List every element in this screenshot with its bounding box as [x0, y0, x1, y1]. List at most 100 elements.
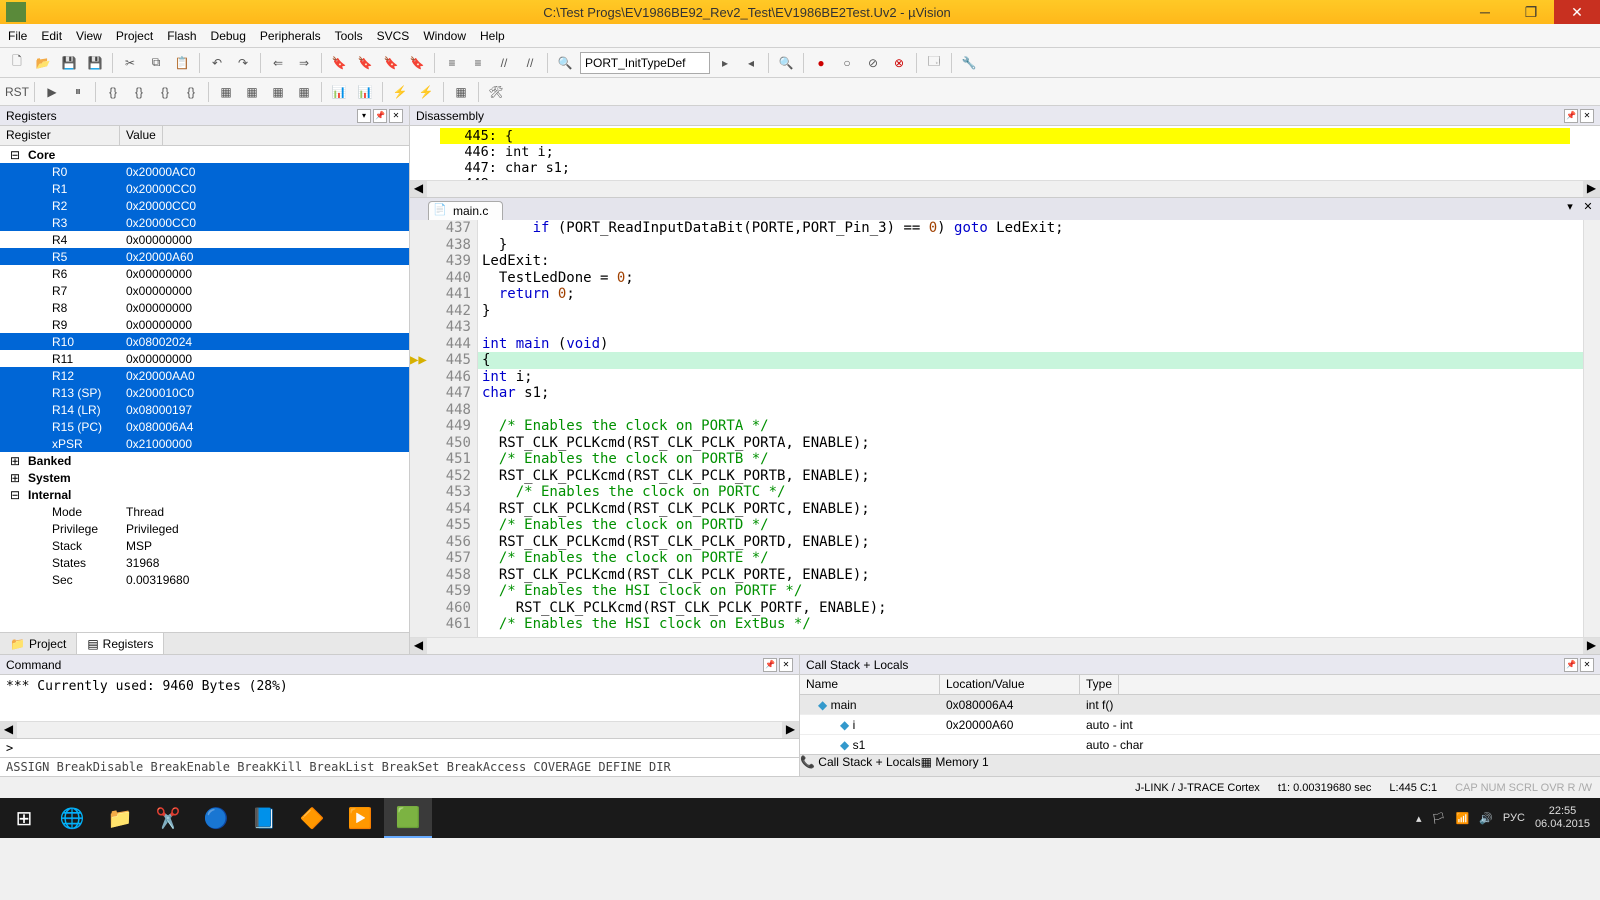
menu-file[interactable]: File	[8, 29, 27, 43]
callstack-row[interactable]: ◆ s1auto - char	[800, 735, 1600, 754]
scrollbar-horizontal[interactable]: ◀▶	[0, 721, 799, 738]
find-icon[interactable]: 🔍	[554, 52, 576, 74]
cut-icon[interactable]: ✂	[119, 52, 141, 74]
pane-pin-icon[interactable]: 📌	[763, 658, 777, 672]
nav-fwd-icon[interactable]: ⇒	[293, 52, 315, 74]
taskbar-app1-icon[interactable]: 🔶	[288, 798, 336, 838]
close-button[interactable]: ✕	[1554, 0, 1600, 24]
show-disasm-icon[interactable]: ▦	[215, 81, 237, 103]
tray-clock[interactable]: 22:55 06.04.2015	[1535, 805, 1590, 831]
show-mem-icon[interactable]: ▦	[267, 81, 289, 103]
register-row[interactable]: StackMSP	[0, 537, 409, 554]
menu-svcs[interactable]: SVCS	[377, 29, 410, 43]
redo-icon[interactable]: ↷	[232, 52, 254, 74]
tools-icon[interactable]: 🛠	[485, 81, 507, 103]
show-serial-icon[interactable]: ▦	[293, 81, 315, 103]
registers-col-value[interactable]: Value	[120, 126, 163, 145]
register-row[interactable]: Sec0.00319680	[0, 571, 409, 588]
pane-pin-icon[interactable]: 📌	[1564, 109, 1578, 123]
register-row[interactable]: R80x00000000	[0, 299, 409, 316]
register-row[interactable]: R60x00000000	[0, 265, 409, 282]
run-icon[interactable]: ▶	[41, 81, 63, 103]
trace2-icon[interactable]: ⚡	[415, 81, 437, 103]
registers-col-register[interactable]: Register	[0, 126, 120, 145]
menu-window[interactable]: Window	[423, 29, 466, 43]
paste-icon[interactable]: 📋	[171, 52, 193, 74]
stop-icon[interactable]: ⏸	[67, 81, 89, 103]
pane-close-icon[interactable]: ✕	[1580, 658, 1594, 672]
run-to-cursor-icon[interactable]: {}	[180, 81, 202, 103]
nav-back-icon[interactable]: ⇐	[267, 52, 289, 74]
undo-icon[interactable]: ↶	[206, 52, 228, 74]
register-row[interactable]: R110x00000000	[0, 350, 409, 367]
scrollbar-horizontal[interactable]: ◀▶	[410, 637, 1600, 654]
register-row[interactable]: R100x08002024	[0, 333, 409, 350]
register-row[interactable]: R15 (PC)0x080006A4	[0, 418, 409, 435]
start-button[interactable]: ⊞	[0, 798, 48, 838]
analysis2-icon[interactable]: 📊	[354, 81, 376, 103]
bookmark-next-icon[interactable]: 🔖	[380, 52, 402, 74]
pane-close-icon[interactable]: ✕	[779, 658, 793, 672]
callstack-row[interactable]: ◆ main0x080006A4int f()	[800, 695, 1600, 715]
menu-peripherals[interactable]: Peripherals	[260, 29, 321, 43]
menu-debug[interactable]: Debug	[211, 29, 246, 43]
register-row[interactable]: R40x00000000	[0, 231, 409, 248]
menu-edit[interactable]: Edit	[41, 29, 62, 43]
indent-icon[interactable]: ≡	[441, 52, 463, 74]
callstack-col-name[interactable]: Name	[800, 675, 940, 694]
tray-volume-icon[interactable]: 🔊	[1479, 812, 1493, 825]
callstack-col-location[interactable]: Location/Value	[940, 675, 1080, 694]
scrollbar-vertical[interactable]	[1583, 220, 1600, 637]
register-row[interactable]: R20x20000CC0	[0, 197, 409, 214]
system-viewer-icon[interactable]: ▦	[450, 81, 472, 103]
bookmark-icon[interactable]: 🔖	[328, 52, 350, 74]
copy-icon[interactable]: ⧉	[145, 52, 167, 74]
scrollbar-horizontal[interactable]: ◀▶	[410, 180, 1600, 197]
taskbar-explorer-icon[interactable]: 📁	[96, 798, 144, 838]
taskbar-word-icon[interactable]: 📘	[240, 798, 288, 838]
register-row[interactable]: R14 (LR)0x08000197	[0, 401, 409, 418]
code-editor[interactable]: if (PORT_ReadInputDataBit(PORTE,PORT_Pin…	[478, 220, 1583, 637]
tray-network-icon[interactable]: 📶	[1456, 812, 1470, 825]
register-row[interactable]: R90x00000000	[0, 316, 409, 333]
tab-memory[interactable]: ▦ Memory 1	[921, 755, 989, 776]
callstack-body[interactable]: ◆ main0x080006A4int f()◆ i0x20000A60auto…	[800, 695, 1600, 754]
outdent-icon[interactable]: ≡	[467, 52, 489, 74]
show-regs-icon[interactable]: ▦	[241, 81, 263, 103]
bookmark-clear-icon[interactable]: 🔖	[406, 52, 428, 74]
minimize-button[interactable]: ─	[1462, 0, 1508, 24]
save-icon[interactable]: 💾	[58, 52, 80, 74]
find-next-icon[interactable]: ▸	[714, 52, 736, 74]
register-row[interactable]: PrivilegePrivileged	[0, 520, 409, 537]
pane-close-icon[interactable]: ✕	[1580, 109, 1594, 123]
register-row[interactable]: ModeThread	[0, 503, 409, 520]
taskbar-uvision-icon[interactable]: 🟩	[384, 798, 432, 838]
register-row[interactable]: R70x00000000	[0, 282, 409, 299]
register-row[interactable]: States31968	[0, 554, 409, 571]
callstack-row[interactable]: ◆ i0x20000A60auto - int	[800, 715, 1600, 735]
tab-callstack[interactable]: 📞 Call Stack + Locals	[800, 755, 921, 776]
breakpoint-insert-icon[interactable]: ●	[810, 52, 832, 74]
menu-project[interactable]: Project	[116, 29, 153, 43]
menu-flash[interactable]: Flash	[167, 29, 196, 43]
tab-project[interactable]: 📁 Project	[0, 633, 77, 654]
disassembly-body[interactable]: 445: { 446: int i; 447: char s1; 448:	[410, 126, 1600, 180]
taskbar-media-icon[interactable]: ▶️	[336, 798, 384, 838]
find-prev-icon[interactable]: ◂	[740, 52, 762, 74]
step-over-icon[interactable]: {}	[128, 81, 150, 103]
saveall-icon[interactable]: 💾	[84, 52, 106, 74]
pane-pin-icon[interactable]: 📌	[1564, 658, 1578, 672]
register-row[interactable]: R00x20000AC0	[0, 163, 409, 180]
register-row[interactable]: R10x20000CC0	[0, 180, 409, 197]
reset-icon[interactable]: RST	[6, 81, 28, 103]
tray-up-icon[interactable]: ▴	[1416, 812, 1422, 825]
breakpoint-disable-icon[interactable]: ⊘	[862, 52, 884, 74]
command-input[interactable]: >	[0, 738, 799, 757]
step-icon[interactable]: {}	[102, 81, 124, 103]
register-row[interactable]: xPSR0x21000000	[0, 435, 409, 452]
tab-close-icon[interactable]: ✕	[1580, 200, 1596, 216]
tab-registers[interactable]: ▤ Registers	[77, 633, 164, 654]
menu-help[interactable]: Help	[480, 29, 505, 43]
tab-list-icon[interactable]: ▾	[1562, 200, 1578, 216]
bookmark-prev-icon[interactable]: 🔖	[354, 52, 376, 74]
